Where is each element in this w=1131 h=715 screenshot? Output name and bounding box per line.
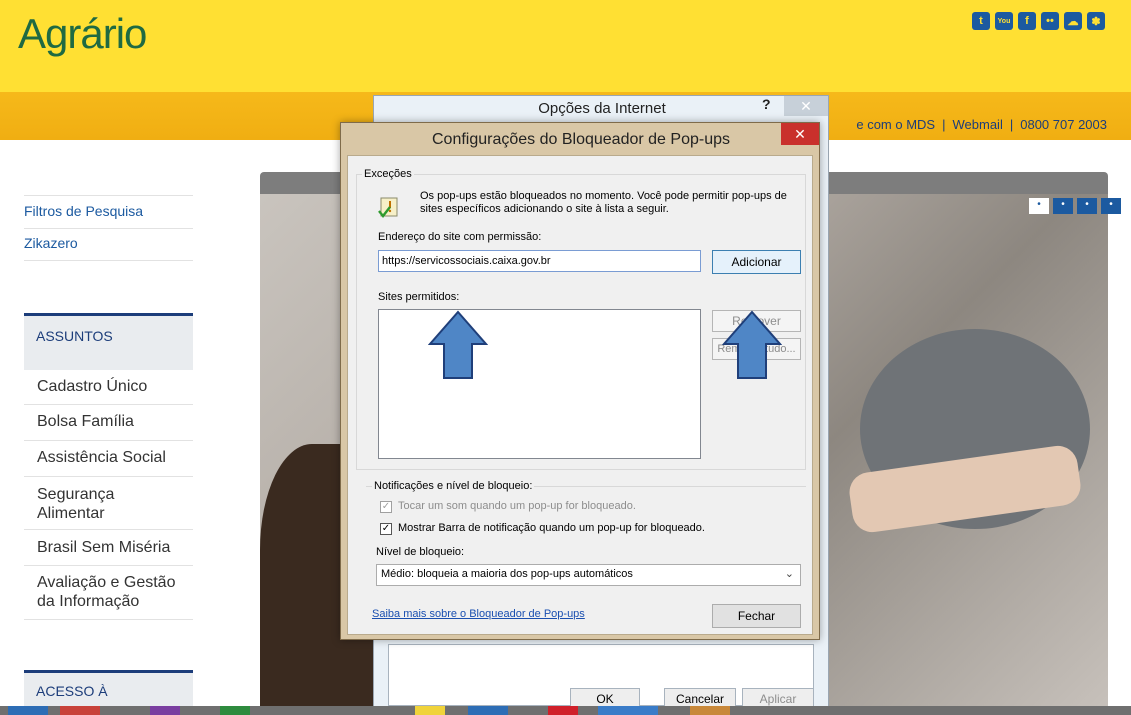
divider bbox=[24, 195, 193, 196]
allowed-sites-list[interactable] bbox=[378, 309, 701, 459]
subject-avaliacao-gestao[interactable]: Avaliação e Gestão da Informação bbox=[37, 573, 197, 611]
taskbar-app-icon[interactable] bbox=[8, 706, 48, 715]
dialog-body: Exceções Os pop-ups estão bloqueados no … bbox=[347, 155, 813, 635]
popup-blocker-icon bbox=[378, 197, 398, 218]
section-title-acesso: ACESSO À bbox=[24, 670, 193, 710]
sidebar-link-filtros[interactable]: Filtros de Pesquisa bbox=[24, 203, 143, 219]
divider bbox=[24, 260, 193, 261]
separator: | bbox=[1009, 117, 1014, 132]
divider bbox=[24, 476, 193, 477]
notification-bar-checkbox[interactable]: ✓ bbox=[380, 523, 392, 535]
taskbar-app-icon[interactable] bbox=[60, 706, 100, 715]
sidebar-link-zikazero[interactable]: Zikazero bbox=[24, 235, 78, 251]
separator: | bbox=[942, 117, 946, 132]
subject-brasil-sem-miseria[interactable]: Brasil Sem Miséria bbox=[37, 538, 170, 557]
site-header: Agrário t You f •• ☁ ✽ bbox=[0, 0, 1131, 92]
dialog-title: Configurações do Bloqueador de Pop-ups bbox=[432, 131, 730, 148]
info-text: Os pop-ups estão bloqueados no momento. … bbox=[420, 190, 787, 215]
taskbar-app-icon[interactable] bbox=[468, 706, 508, 715]
taskbar-app-icon[interactable] bbox=[690, 706, 730, 715]
blocking-level-select[interactable]: Médio: bloqueia a maioria dos pop-ups au… bbox=[376, 564, 801, 586]
notifications-label: Notificações e nível de bloqueio: bbox=[372, 480, 535, 492]
blocking-level-value: Médio: bloqueia a maioria dos pop-ups au… bbox=[381, 568, 633, 580]
site-address-input[interactable] bbox=[378, 250, 701, 272]
popup-blocker-settings-dialog: Configurações do Bloqueador de Pop-ups ✕… bbox=[340, 122, 820, 640]
other-icon[interactable]: ✽ bbox=[1087, 12, 1105, 30]
close-dialog-button[interactable]: Fechar bbox=[712, 604, 801, 628]
divider bbox=[24, 228, 193, 229]
facebook-icon[interactable]: f bbox=[1018, 12, 1036, 30]
taskbar-app-icon[interactable] bbox=[548, 706, 578, 715]
top-link-phone[interactable]: 0800 707 2003 bbox=[1020, 117, 1107, 132]
youtube-icon[interactable]: You bbox=[995, 12, 1013, 30]
sound-option-label: Tocar um som quando um pop-up for bloque… bbox=[398, 500, 636, 512]
carousel-dot[interactable]: • bbox=[1053, 198, 1073, 214]
taskbar-app-icon[interactable] bbox=[220, 706, 250, 715]
chevron-down-icon: ⌄ bbox=[784, 568, 794, 580]
carousel-dot[interactable]: • bbox=[1101, 198, 1121, 214]
divider bbox=[24, 565, 193, 566]
learn-more-link[interactable]: Saiba mais sobre o Bloqueador de Pop-ups bbox=[372, 608, 585, 620]
blocking-level-label: Nível de bloqueio: bbox=[376, 546, 465, 558]
social-icons: t You f •• ☁ ✽ bbox=[972, 12, 1105, 30]
divider bbox=[24, 529, 193, 530]
divider bbox=[24, 404, 193, 405]
carousel-dot[interactable]: • bbox=[1029, 198, 1049, 214]
sound-checkbox[interactable]: ✓ bbox=[380, 501, 392, 513]
taskbar-app-icon[interactable] bbox=[150, 706, 180, 715]
help-button[interactable]: ? bbox=[762, 96, 782, 112]
exceptions-label: Exceções bbox=[362, 168, 414, 180]
top-links: e com o MDS | Webmail | 0800 707 2003 bbox=[856, 117, 1107, 132]
divider bbox=[24, 619, 193, 620]
taskbar-app-icon[interactable] bbox=[415, 706, 445, 715]
carousel-dot[interactable]: • bbox=[1077, 198, 1097, 214]
add-button[interactable]: Adicionar bbox=[712, 250, 801, 274]
close-button[interactable]: ✕ bbox=[781, 123, 819, 145]
site-logo[interactable]: Agrário bbox=[18, 10, 147, 58]
carousel-dots: • • • • bbox=[1029, 198, 1121, 214]
flickr-icon[interactable]: •• bbox=[1041, 12, 1059, 30]
subject-seguranca-alimentar[interactable]: Segurança Alimentar bbox=[37, 485, 177, 523]
allowed-sites-label: Sites permitidos: bbox=[378, 291, 460, 303]
top-link-mds[interactable]: e com o MDS bbox=[856, 117, 935, 132]
close-button[interactable]: ✕ bbox=[784, 96, 828, 116]
twitter-icon[interactable]: t bbox=[972, 12, 990, 30]
subject-bolsa-familia[interactable]: Bolsa Família bbox=[37, 412, 134, 431]
section-title-assuntos: ASSUNTOS bbox=[24, 313, 193, 370]
subject-cadastro-unico[interactable]: Cadastro Único bbox=[37, 377, 147, 396]
annotation-arrow-up-icon bbox=[428, 310, 488, 379]
subject-assistencia-social[interactable]: Assistência Social bbox=[37, 448, 166, 467]
divider bbox=[24, 440, 193, 441]
address-label: Endereço do site com permissão: bbox=[378, 231, 542, 243]
annotation-arrow-up-icon bbox=[722, 310, 782, 379]
notification-bar-option-label: Mostrar Barra de notificação quando um p… bbox=[398, 522, 705, 534]
cloud-icon[interactable]: ☁ bbox=[1064, 12, 1082, 30]
top-link-webmail[interactable]: Webmail bbox=[953, 117, 1003, 132]
taskbar-app-icon[interactable] bbox=[598, 706, 658, 715]
